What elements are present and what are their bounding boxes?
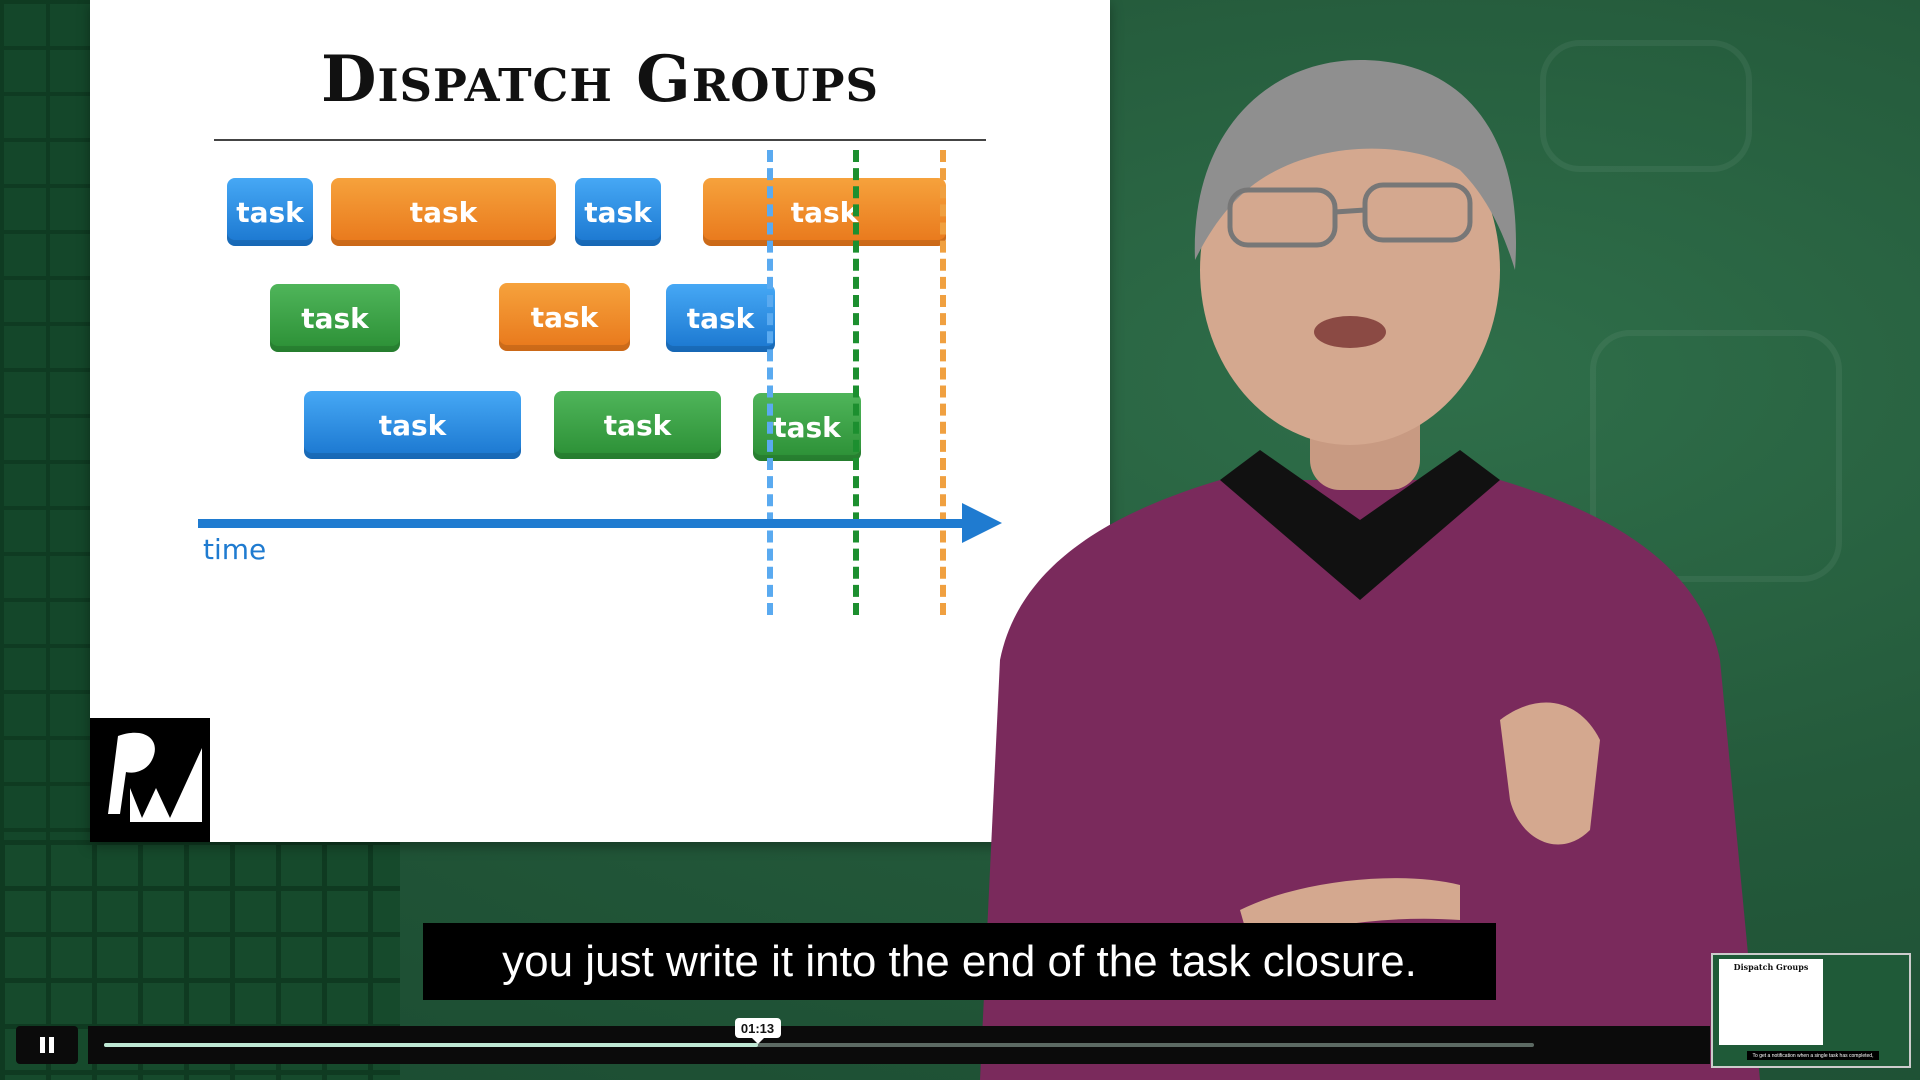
seek-bar[interactable]: 01:13	[88, 1018, 1710, 1064]
preview-thumbnail[interactable]: Dispatch Groups To get a notification wh…	[1711, 953, 1911, 1068]
thumbnail-title: Dispatch Groups	[1733, 962, 1809, 972]
completion-line-blue	[767, 150, 773, 615]
rw-logo	[90, 718, 210, 842]
seek-progress	[104, 1043, 758, 1047]
completion-line-green	[853, 150, 859, 615]
task-block: task	[227, 178, 313, 246]
task-block: task	[304, 391, 521, 459]
task-block: task	[270, 284, 400, 352]
task-block: task	[575, 178, 661, 246]
time-axis	[198, 519, 968, 528]
time-axis-label: time	[203, 533, 267, 566]
thumbnail-caption: To get a notification when a single task…	[1747, 1051, 1879, 1060]
time-tooltip: 01:13	[734, 1018, 781, 1044]
task-block: task	[331, 178, 556, 246]
pause-icon	[40, 1037, 45, 1053]
task-block: task	[499, 283, 630, 351]
title-divider	[214, 139, 986, 141]
task-block: task	[666, 284, 775, 352]
video-controls: 01:13	[0, 1018, 1710, 1064]
task-block: task	[554, 391, 721, 459]
pause-icon-bar	[49, 1037, 54, 1053]
thumbnail-slide: Dispatch Groups	[1719, 959, 1823, 1045]
subtitle-caption: you just write it into the end of the ta…	[423, 923, 1496, 1000]
pause-button[interactable]	[16, 1026, 78, 1064]
task-block: task	[703, 178, 946, 246]
